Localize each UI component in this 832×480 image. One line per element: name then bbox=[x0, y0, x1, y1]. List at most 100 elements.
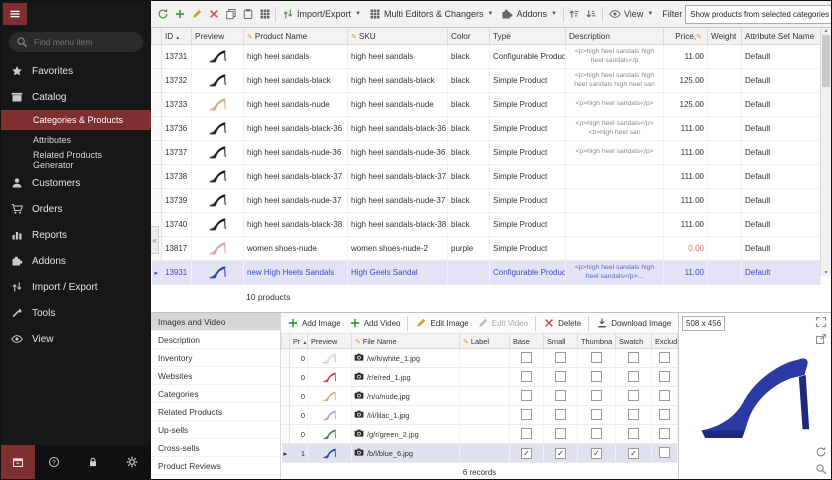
sidebar-item-tools[interactable]: Tools bbox=[1, 300, 151, 326]
image-column-header-thumbna[interactable]: Thumbna bbox=[578, 334, 616, 349]
columns-button[interactable] bbox=[256, 5, 273, 24]
copy-button[interactable] bbox=[222, 5, 239, 24]
tab-inventory[interactable]: Inventory bbox=[151, 349, 280, 367]
swatch-checkbox[interactable]: ✓ bbox=[628, 448, 639, 459]
sidebar-item-categories-products[interactable]: Categories & Products bbox=[1, 110, 151, 130]
paste-button[interactable] bbox=[239, 5, 256, 24]
thumbnail-checkbox[interactable] bbox=[591, 371, 602, 382]
small-checkbox[interactable] bbox=[555, 371, 566, 382]
import-export-menu[interactable]: Import/Export▼ bbox=[278, 4, 365, 24]
product-row[interactable]: 13732high heel sandals-blackhigh heel sa… bbox=[152, 69, 821, 93]
column-header-attribute-set-name[interactable]: Attribute Set Name bbox=[742, 28, 821, 45]
edit-product-button[interactable] bbox=[188, 5, 205, 24]
base-checkbox[interactable] bbox=[521, 352, 532, 363]
product-row[interactable]: 13737high heel sandals-nude-36high heel … bbox=[152, 141, 821, 165]
thumbnail-checkbox[interactable] bbox=[591, 352, 602, 363]
thumbnail-checkbox[interactable]: ✓ bbox=[591, 448, 602, 459]
delete-product-button[interactable] bbox=[205, 5, 222, 24]
collapse-panel-handle[interactable]: « bbox=[151, 226, 159, 254]
swatch-checkbox[interactable] bbox=[628, 428, 639, 439]
tab-related-products[interactable]: Related Products bbox=[151, 403, 280, 421]
column-header-id[interactable]: ID▲ bbox=[162, 28, 192, 45]
sidebar-item-attributes[interactable]: Attributes bbox=[1, 130, 151, 150]
base-checkbox[interactable] bbox=[521, 428, 532, 439]
image-row[interactable]: 0/g/r/green_2.jpg bbox=[282, 425, 678, 444]
sidebar-item-reports[interactable]: Reports bbox=[1, 222, 151, 248]
sidebar-item-catalog[interactable]: Catalog bbox=[1, 84, 151, 110]
exclude-checkbox[interactable] bbox=[659, 409, 670, 420]
thumbnail-checkbox[interactable] bbox=[591, 390, 602, 401]
small-checkbox[interactable] bbox=[555, 352, 566, 363]
swatch-checkbox[interactable] bbox=[628, 409, 639, 420]
column-header-price[interactable]: Price,✎ bbox=[664, 28, 708, 45]
thumbnail-checkbox[interactable] bbox=[591, 428, 602, 439]
tab-description[interactable]: Description bbox=[151, 331, 280, 349]
download-image-button[interactable]: Download Image bbox=[593, 317, 674, 329]
tab-cross-sells[interactable]: Cross-sells bbox=[151, 439, 280, 457]
image-row[interactable]: ▸1/b/l/blue_6.jpg✓✓✓✓ bbox=[282, 444, 678, 463]
column-header-sku[interactable]: ✎SKU bbox=[348, 28, 448, 45]
scroll-down-icon[interactable]: ▼ bbox=[824, 270, 829, 276]
add-product-button[interactable] bbox=[171, 5, 188, 24]
exclude-checkbox[interactable] bbox=[659, 371, 670, 382]
image-row[interactable]: 0/l/i/lilac_1.jpg bbox=[282, 406, 678, 425]
image-column-header-preview[interactable]: Preview bbox=[308, 334, 352, 349]
thumbnail-checkbox[interactable] bbox=[591, 409, 602, 420]
column-header-preview[interactable]: Preview bbox=[192, 28, 244, 45]
rotate-icon[interactable] bbox=[815, 446, 828, 459]
open-external-icon[interactable] bbox=[815, 333, 828, 346]
sidebar-item-import-export[interactable]: Import / Export bbox=[1, 274, 151, 300]
sidebar-item-view[interactable]: View bbox=[1, 326, 151, 352]
product-row[interactable]: 13740high heel sandals-black-38high heel… bbox=[152, 213, 821, 237]
add-video-button[interactable]: Add Video bbox=[346, 317, 404, 329]
image-row[interactable]: 0/n/u/nude.jpg bbox=[282, 387, 678, 406]
image-column-header-file-name[interactable]: ✎File Name bbox=[352, 334, 460, 349]
product-row[interactable]: 13817women shoes-nudewomen shoes-nude-2p… bbox=[152, 237, 821, 261]
small-checkbox[interactable] bbox=[555, 428, 566, 439]
exclude-checkbox[interactable] bbox=[659, 390, 670, 401]
tab-websites[interactable]: Websites bbox=[151, 367, 280, 385]
column-header-color[interactable]: Color bbox=[448, 28, 490, 45]
edit-image-button[interactable]: Edit Image bbox=[412, 317, 471, 329]
zoom-icon[interactable] bbox=[815, 463, 828, 476]
expand-rows-button[interactable] bbox=[566, 5, 583, 24]
lock-button[interactable] bbox=[74, 445, 113, 479]
column-header-type[interactable]: Type bbox=[490, 28, 566, 45]
refresh-button[interactable] bbox=[154, 5, 171, 24]
scrollbar-thumb[interactable] bbox=[822, 35, 830, 87]
swatch-checkbox[interactable] bbox=[628, 371, 639, 382]
product-row[interactable]: 13733high heel sandals-nudehigh heel san… bbox=[152, 93, 821, 117]
base-checkbox[interactable]: ✓ bbox=[521, 448, 532, 459]
small-checkbox[interactable] bbox=[555, 409, 566, 420]
multi-editors-menu[interactable]: Multi Editors & Changers▼ bbox=[365, 4, 498, 24]
sidebar-item-orders[interactable]: Orders bbox=[1, 196, 151, 222]
column-header-description[interactable]: Description bbox=[566, 28, 664, 45]
tab-images-and-video[interactable]: Images and Video bbox=[151, 313, 280, 331]
small-checkbox[interactable] bbox=[555, 390, 566, 401]
swatch-checkbox[interactable] bbox=[628, 390, 639, 401]
image-column-header-pr[interactable]: Pr▲ bbox=[290, 334, 308, 349]
help-button[interactable]: ? bbox=[35, 445, 74, 479]
base-checkbox[interactable] bbox=[521, 409, 532, 420]
column-header-product-name[interactable]: ✎Product Name bbox=[244, 28, 348, 45]
image-row[interactable]: 0/w/h/white_1.jpg bbox=[282, 349, 678, 368]
product-row[interactable]: 13738high heel sandals-black-37high heel… bbox=[152, 165, 821, 189]
product-row[interactable]: 13739high heel sandals-nude-37high heel … bbox=[152, 189, 821, 213]
exclude-checkbox[interactable] bbox=[659, 428, 670, 439]
add-image-button[interactable]: Add Image bbox=[284, 317, 344, 329]
collapse-rows-button[interactable] bbox=[583, 5, 600, 24]
exclude-checkbox[interactable] bbox=[659, 352, 670, 363]
addons-menu[interactable]: Addons▼ bbox=[497, 4, 560, 24]
image-column-header-label[interactable]: ✎Label bbox=[460, 334, 510, 349]
menu-toggle-button[interactable] bbox=[3, 3, 27, 25]
grid-scrollbar[interactable]: ▲ ▼ bbox=[820, 28, 831, 276]
image-column-header-swatch[interactable]: Swatch bbox=[616, 334, 652, 349]
product-row[interactable]: 13736high heel sandals-black-36high heel… bbox=[152, 117, 821, 141]
view-menu[interactable]: View▼ bbox=[605, 4, 657, 24]
scroll-up-icon[interactable]: ▲ bbox=[824, 28, 829, 34]
sidebar-item-related-products-generator[interactable]: Related Products Generator bbox=[1, 150, 151, 170]
sidebar-item-favorites[interactable]: Favorites bbox=[1, 58, 151, 84]
image-column-header-exclude[interactable]: Exclude bbox=[652, 334, 678, 349]
tab-categories[interactable]: Categories bbox=[151, 385, 280, 403]
tab-product-reviews[interactable]: Product Reviews bbox=[151, 457, 280, 475]
